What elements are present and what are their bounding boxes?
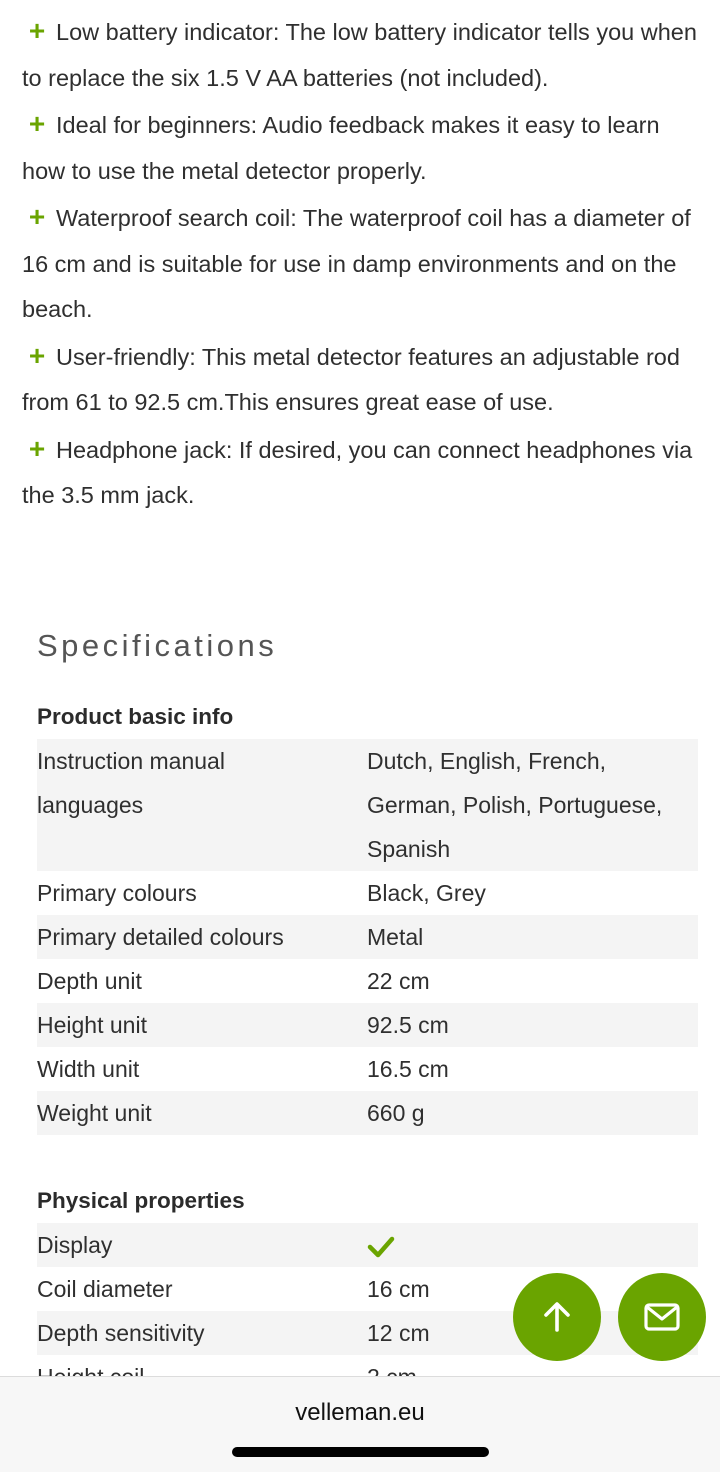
spec-label: Instruction manual languages: [37, 748, 225, 818]
plus-icon: +: [28, 108, 46, 139]
feature-text: Waterproof search coil: The waterproof c…: [22, 205, 691, 322]
feature-item: + Ideal for beginners: Audio feedback mak…: [22, 101, 702, 194]
feature-text: Low battery indicator: The low battery i…: [22, 19, 697, 91]
spec-row: Display: [37, 1223, 698, 1267]
spec-value: Dutch, English, French, German, Polish, …: [367, 748, 663, 862]
spec-label: Display: [37, 1232, 113, 1258]
spec-label: Height coil: [37, 1355, 367, 1376]
spec-value: Metal: [367, 924, 424, 950]
spec-row: Primary detailed colours Metal: [37, 915, 698, 959]
spec-row: Weight unit 660 g: [37, 1091, 698, 1135]
spec-label: Primary detailed colours: [37, 924, 284, 950]
arrow-up-icon: [544, 1302, 570, 1332]
spec-label: Height unit: [37, 1012, 147, 1038]
spec-label: Primary colours: [37, 880, 197, 906]
feature-item: + Waterproof search coil: The waterproof …: [22, 194, 702, 333]
checkmark-icon: [367, 1236, 395, 1258]
feature-text: Headphone jack: If desired, you can conn…: [22, 436, 693, 509]
plus-icon: +: [28, 432, 46, 464]
spec-row: Width unit 16.5 cm: [37, 1047, 698, 1091]
contact-button[interactable]: [618, 1273, 706, 1361]
spec-row: Height coil 2 cm: [37, 1355, 698, 1376]
feature-text: Ideal for beginners: Audio feedback make…: [22, 112, 660, 184]
spec-label: Width unit: [37, 1056, 140, 1082]
scroll-to-top-button[interactable]: [513, 1273, 601, 1361]
spec-value: [367, 1223, 698, 1267]
spec-row: Instruction manual languages Dutch, Engl…: [37, 739, 698, 871]
feature-text: User-friendly: This metal detector featu…: [22, 343, 680, 416]
spec-row: Depth unit 22 cm: [37, 959, 698, 1003]
spec-label: Coil diameter: [37, 1276, 173, 1302]
specifications-heading: Specifications: [37, 628, 278, 663]
spec-row: Height unit 92.5 cm: [37, 1003, 698, 1047]
spec-group-title: Product basic info: [37, 704, 234, 729]
spec-value: 660 g: [367, 1100, 425, 1126]
envelope-icon: [644, 1303, 680, 1331]
spec-label: Depth unit: [37, 968, 142, 994]
spec-value: 92.5 cm: [367, 1012, 449, 1038]
spec-row: Primary colours Black, Grey: [37, 871, 698, 915]
spec-value: 16.5 cm: [367, 1056, 449, 1082]
plus-icon: +: [28, 201, 46, 232]
feature-item: + Headphone jack: If desired, you can con…: [22, 426, 702, 519]
feature-item: + Low battery indicator: The low battery …: [22, 8, 702, 101]
spec-label: Weight unit: [37, 1100, 152, 1126]
spec-label: Depth sensitivity: [37, 1320, 205, 1346]
spec-value: 22 cm: [367, 968, 430, 994]
feature-item: + User-friendly: This metal detector feat…: [22, 333, 702, 426]
home-indicator[interactable]: [232, 1447, 489, 1457]
spec-group-physical-properties: Physical properties Display Coil diamete…: [37, 1179, 698, 1376]
spec-value: Black, Grey: [367, 880, 486, 906]
feature-list: + Low battery indicator: The low battery …: [22, 8, 702, 519]
spec-group-title: Physical properties: [37, 1188, 245, 1213]
plus-icon: +: [28, 15, 46, 46]
browser-bottom-bar: velleman.eu: [0, 1376, 720, 1472]
url-display[interactable]: velleman.eu: [0, 1399, 720, 1427]
spec-group-basic-info: Product basic info Instruction manual la…: [37, 695, 698, 1135]
plus-icon: +: [28, 339, 46, 371]
